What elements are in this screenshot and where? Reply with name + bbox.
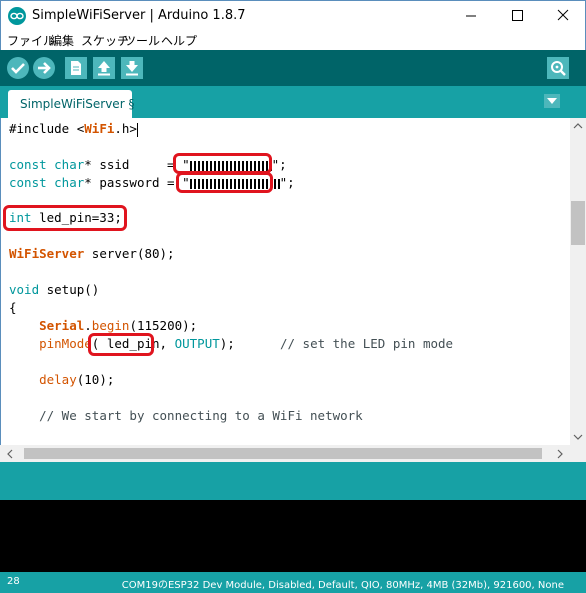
code-line-ssid: const char* ssid = " "; bbox=[9, 157, 287, 172]
console-header bbox=[0, 462, 586, 500]
menu-help[interactable]: ヘルプ bbox=[161, 32, 197, 49]
save-icon bbox=[126, 61, 138, 76]
menu-sketch[interactable]: スケッチ bbox=[81, 32, 129, 49]
menu-file[interactable]: ファイル bbox=[7, 32, 55, 49]
vertical-scrollbar[interactable] bbox=[570, 118, 586, 445]
code-editor[interactable]: #include <WiFi.h> const char* ssid = " ";… bbox=[0, 118, 570, 445]
redacted-ssid bbox=[189, 160, 272, 171]
scroll-up-arrow-icon[interactable] bbox=[570, 118, 586, 134]
scroll-right-arrow-icon[interactable] bbox=[552, 446, 568, 462]
upload-button[interactable] bbox=[33, 57, 55, 79]
code-line-server: WiFiServer server(80); bbox=[9, 246, 175, 261]
vertical-scrollbar-thumb[interactable] bbox=[571, 201, 585, 245]
chevron-down-icon bbox=[547, 98, 557, 104]
new-icon bbox=[71, 61, 81, 75]
minimize-button[interactable] bbox=[448, 1, 494, 30]
menu-edit[interactable]: 編集 bbox=[50, 32, 74, 49]
tab-simplewifiserver[interactable]: SimpleWiFiServer § bbox=[8, 90, 135, 118]
scroll-left-arrow-icon[interactable] bbox=[2, 446, 18, 462]
new-button[interactable] bbox=[65, 57, 87, 79]
board-info: COM19のESP32 Dev Module, Disabled, Defaul… bbox=[121, 580, 564, 591]
menu-bar: ファイル 編集 スケッチ ツール ヘルプ bbox=[0, 30, 586, 50]
serial-monitor-button[interactable] bbox=[547, 57, 569, 79]
code-line-delay: delay(10); bbox=[39, 372, 115, 387]
maximize-button[interactable] bbox=[494, 1, 540, 30]
title-bar: SimpleWiFiServer | Arduino 1.8.7 bbox=[0, 0, 586, 30]
code-line-led-pin: int led_pin=33; bbox=[9, 210, 122, 225]
open-icon bbox=[98, 61, 110, 76]
code-line-pinmode: pinMode( led_pin, OUTPUT); // set the LE… bbox=[39, 336, 454, 351]
line-number: 28 bbox=[7, 576, 20, 587]
text-cursor bbox=[136, 122, 138, 137]
code-line-1: #include <WiFi.h> bbox=[9, 121, 138, 137]
code-line-serial-begin: Serial.begin(115200); bbox=[39, 318, 198, 333]
window-title: SimpleWiFiServer | Arduino 1.8.7 bbox=[32, 8, 246, 23]
tab-label: SimpleWiFiServer § bbox=[20, 97, 135, 111]
horizontal-scrollbar-thumb[interactable] bbox=[24, 448, 542, 459]
code-line-comment: // We start by connecting to a WiFi netw… bbox=[39, 408, 363, 423]
tab-menu-button[interactable] bbox=[544, 94, 560, 108]
save-button[interactable] bbox=[121, 57, 143, 79]
close-button[interactable] bbox=[540, 1, 586, 30]
toolbar bbox=[0, 50, 586, 86]
verify-button[interactable] bbox=[7, 57, 29, 79]
code-line-setup: void setup() bbox=[9, 282, 100, 297]
code-line-password: const char* password = " "; bbox=[9, 175, 295, 190]
console-output[interactable] bbox=[0, 500, 586, 572]
status-bar: 28 COM19のESP32 Dev Module, Disabled, Def… bbox=[0, 572, 586, 593]
code-line-brace: { bbox=[9, 300, 17, 315]
menu-tools[interactable]: ツール bbox=[124, 32, 160, 49]
arduino-logo-icon bbox=[8, 7, 26, 25]
upload-icon bbox=[38, 62, 51, 74]
open-button[interactable] bbox=[93, 57, 115, 79]
redacted-password bbox=[189, 178, 280, 189]
tab-strip: SimpleWiFiServer § bbox=[0, 86, 586, 118]
verify-icon bbox=[11, 63, 25, 74]
scroll-down-arrow-icon[interactable] bbox=[570, 429, 586, 445]
serial-monitor-icon bbox=[551, 61, 566, 76]
